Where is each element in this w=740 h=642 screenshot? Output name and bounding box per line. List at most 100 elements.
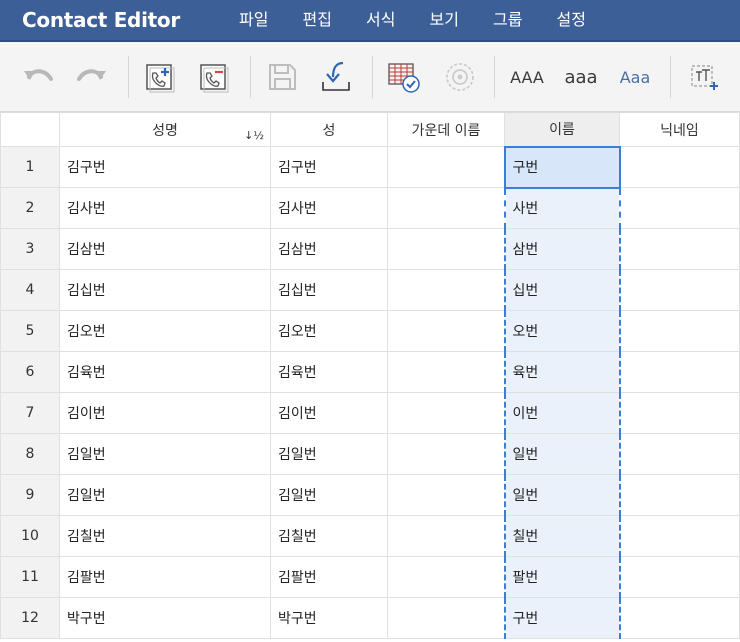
cell-middlename[interactable]	[387, 556, 505, 598]
merge-button[interactable]	[436, 54, 484, 100]
table-row[interactable]: 11 김팔번 김팔번 팔번	[0, 556, 740, 598]
add-field-button[interactable]	[680, 54, 728, 100]
cell-middlename[interactable]	[387, 351, 505, 393]
corner-header[interactable]	[0, 112, 60, 147]
row-number[interactable]: 2	[0, 187, 60, 229]
column-header-fullname[interactable]: 성명 ↓½	[59, 112, 271, 147]
cell-fullname[interactable]: 김팔번	[59, 556, 271, 598]
cell-fullname[interactable]: 박구번	[59, 597, 271, 639]
cell-firstname[interactable]: 구번	[503, 597, 621, 639]
cell-middlename[interactable]	[387, 597, 505, 639]
cell-nickname[interactable]	[619, 515, 740, 557]
menu-view[interactable]: 보기	[413, 0, 477, 42]
menu-file[interactable]: 파일	[222, 0, 286, 42]
cell-lastname[interactable]: 김삼번	[270, 228, 388, 270]
cell-lastname[interactable]: 김이번	[270, 392, 388, 434]
cell-nickname[interactable]	[619, 474, 740, 516]
cell-lastname[interactable]: 김일번	[270, 433, 388, 475]
redo-button[interactable]	[68, 54, 116, 100]
cell-nickname[interactable]	[619, 228, 740, 270]
cell-lastname[interactable]: 김일번	[270, 474, 388, 516]
cell-firstname[interactable]: 이번	[503, 392, 621, 434]
cell-nickname[interactable]	[619, 310, 740, 352]
cell-firstname[interactable]: 사번	[503, 187, 621, 229]
cell-nickname[interactable]	[619, 269, 740, 311]
menu-group[interactable]: 그룹	[476, 0, 540, 42]
cell-fullname[interactable]: 김사번	[59, 187, 271, 229]
cell-fullname[interactable]: 김칠번	[59, 515, 271, 557]
cell-lastname[interactable]: 박구번	[270, 597, 388, 639]
cell-middlename[interactable]	[387, 269, 505, 311]
cell-fullname[interactable]: 김십번	[59, 269, 271, 311]
cell-nickname[interactable]	[619, 597, 740, 639]
cell-fullname[interactable]: 김오번	[59, 310, 271, 352]
cell-lastname[interactable]: 김구번	[270, 146, 388, 188]
cell-nickname[interactable]	[619, 146, 740, 188]
cell-nickname[interactable]	[619, 433, 740, 475]
cell-firstname[interactable]: 칠번	[503, 515, 621, 557]
uppercase-button[interactable]: AAA	[502, 54, 552, 100]
cell-firstname[interactable]: 팔번	[503, 556, 621, 598]
cell-middlename[interactable]	[387, 433, 505, 475]
sort-icon[interactable]: ↓½	[244, 129, 264, 142]
cell-lastname[interactable]: 김십번	[270, 269, 388, 311]
table-row[interactable]: 4 김십번 김십번 십번	[0, 269, 740, 311]
add-contact-button[interactable]	[136, 54, 184, 100]
row-number[interactable]: 12	[0, 597, 60, 639]
cell-firstname[interactable]: 구번	[503, 145, 621, 189]
cell-fullname[interactable]: 김이번	[59, 392, 271, 434]
table-row[interactable]: 5 김오번 김오번 오번	[0, 310, 740, 352]
cell-nickname[interactable]	[619, 392, 740, 434]
menu-settings[interactable]: 설정	[540, 0, 604, 42]
cell-firstname[interactable]: 육번	[503, 351, 621, 393]
cell-firstname[interactable]: 오번	[503, 310, 621, 352]
cell-fullname[interactable]: 김일번	[59, 474, 271, 516]
column-header-lastname[interactable]: 성	[270, 112, 388, 147]
cell-fullname[interactable]: 김육번	[59, 351, 271, 393]
cell-fullname[interactable]: 김일번	[59, 433, 271, 475]
table-row[interactable]: 3 김삼번 김삼번 삼번	[0, 228, 740, 270]
cell-firstname[interactable]: 일번	[503, 474, 621, 516]
lowercase-button[interactable]: aaa	[556, 54, 606, 100]
cell-middlename[interactable]	[387, 515, 505, 557]
row-number[interactable]: 8	[0, 433, 60, 475]
table-check-button[interactable]	[380, 54, 428, 100]
row-number[interactable]: 6	[0, 351, 60, 393]
cell-lastname[interactable]: 김육번	[270, 351, 388, 393]
undo-button[interactable]	[14, 54, 62, 100]
cell-fullname[interactable]: 김삼번	[59, 228, 271, 270]
cell-middlename[interactable]	[387, 187, 505, 229]
table-row[interactable]: 9 김일번 김일번 일번	[0, 474, 740, 516]
row-number[interactable]: 7	[0, 392, 60, 434]
cell-nickname[interactable]	[619, 556, 740, 598]
cell-lastname[interactable]: 김칠번	[270, 515, 388, 557]
cell-middlename[interactable]	[387, 228, 505, 270]
cell-fullname[interactable]: 김구번	[59, 146, 271, 188]
table-row[interactable]: 2 김사번 김사번 사번	[0, 187, 740, 229]
menu-format[interactable]: 서식	[349, 0, 413, 42]
cell-firstname[interactable]: 삼번	[503, 228, 621, 270]
table-row[interactable]: 8 김일번 김일번 일번	[0, 433, 740, 475]
cell-middlename[interactable]	[387, 146, 505, 188]
titlecase-button[interactable]: Aaa	[610, 54, 660, 100]
cell-firstname[interactable]: 십번	[503, 269, 621, 311]
import-button[interactable]	[312, 54, 360, 100]
column-header-nickname[interactable]: 닉네임	[619, 112, 740, 147]
cell-nickname[interactable]	[619, 187, 740, 229]
row-number[interactable]: 4	[0, 269, 60, 311]
table-row[interactable]: 6 김육번 김육번 육번	[0, 351, 740, 393]
menu-edit[interactable]: 편집	[286, 0, 350, 42]
column-header-middlename[interactable]: 가운데 이름	[387, 112, 505, 147]
table-row[interactable]: 10 김칠번 김칠번 칠번	[0, 515, 740, 557]
cell-middlename[interactable]	[387, 392, 505, 434]
row-number[interactable]: 1	[0, 146, 60, 188]
delete-contact-button[interactable]	[190, 54, 238, 100]
row-number[interactable]: 5	[0, 310, 60, 352]
table-row[interactable]: 1 김구번 김구번 구번	[0, 145, 740, 189]
cell-lastname[interactable]: 김사번	[270, 187, 388, 229]
row-number[interactable]: 11	[0, 556, 60, 598]
save-button[interactable]	[258, 54, 306, 100]
row-number[interactable]: 3	[0, 228, 60, 270]
table-row[interactable]: 12 박구번 박구번 구번	[0, 597, 740, 639]
cell-lastname[interactable]: 김팔번	[270, 556, 388, 598]
